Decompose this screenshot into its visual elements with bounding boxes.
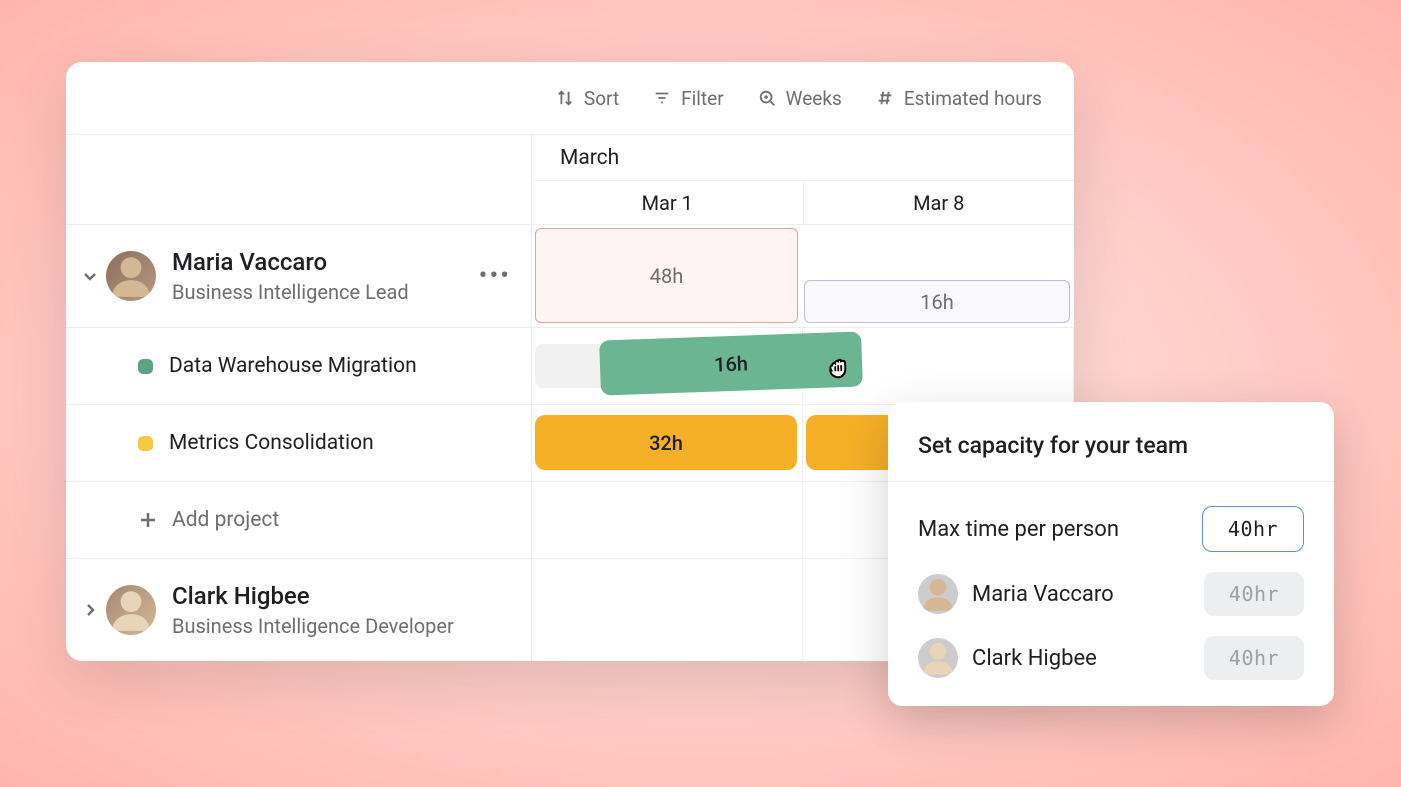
person-name: Clark Higbee xyxy=(172,581,454,612)
chevron-down-icon[interactable] xyxy=(80,266,100,286)
timeline-header: March Mar 1 Mar 8 xyxy=(66,135,1074,225)
avatar xyxy=(918,574,958,614)
person-name: Maria Vaccaro xyxy=(172,247,409,278)
sort-icon xyxy=(556,89,574,107)
member-hours-pill[interactable]: 40hr xyxy=(1204,572,1304,616)
max-time-label: Max time per person xyxy=(918,517,1119,542)
measure-button[interactable]: Estimated hours xyxy=(876,87,1042,110)
sort-label: Sort xyxy=(584,87,619,110)
person-row: Maria Vaccaro Business Intelligence Lead… xyxy=(66,225,1074,328)
week-label: Mar 1 xyxy=(532,181,804,225)
member-name: Clark Higbee xyxy=(972,646,1097,671)
task-block[interactable]: 32h xyxy=(535,415,797,470)
zoom-icon xyxy=(758,89,776,107)
hash-icon xyxy=(876,89,894,107)
task-block-dragging[interactable]: 16h xyxy=(599,331,863,395)
zoom-button[interactable]: Weeks xyxy=(758,87,842,110)
member-hours-pill[interactable]: 40hr xyxy=(1204,636,1304,680)
project-color-chip xyxy=(138,436,153,451)
task-hours-label: 16h xyxy=(714,351,749,376)
capacity-cell-over[interactable]: 48h xyxy=(535,228,798,323)
project-color-chip xyxy=(138,359,153,374)
avatar xyxy=(106,251,156,301)
project-name[interactable]: Metrics Consolidation xyxy=(169,431,374,455)
filter-button[interactable]: Filter xyxy=(653,87,723,110)
project-row: Data Warehouse Migration 16h xyxy=(66,328,1074,405)
week-label: Mar 8 xyxy=(804,181,1075,225)
member-name: Maria Vaccaro xyxy=(972,582,1114,607)
avatar xyxy=(918,638,958,678)
sort-button[interactable]: Sort xyxy=(556,87,619,110)
project-name[interactable]: Data Warehouse Migration xyxy=(169,354,417,378)
plus-icon xyxy=(138,510,158,530)
filter-icon xyxy=(653,89,671,107)
measure-label: Estimated hours xyxy=(904,87,1042,110)
max-time-input[interactable]: 40hr xyxy=(1202,506,1304,552)
toolbar: Sort Filter Weeks Estimated hours xyxy=(66,62,1074,135)
divider xyxy=(888,481,1334,482)
person-role: Business Intelligence Lead xyxy=(172,279,409,305)
filter-label: Filter xyxy=(681,87,723,110)
avatar xyxy=(106,585,156,635)
capacity-cell[interactable]: 16h xyxy=(804,280,1070,323)
month-label: March xyxy=(532,135,1074,181)
add-project-label: Add project xyxy=(172,508,279,532)
popup-title: Set capacity for your team xyxy=(918,432,1304,459)
chevron-right-icon[interactable] xyxy=(80,600,100,620)
zoom-label: Weeks xyxy=(786,87,842,110)
set-capacity-popup: Set capacity for your team Max time per … xyxy=(888,402,1334,706)
person-role: Business Intelligence Developer xyxy=(172,613,454,639)
grab-cursor-icon xyxy=(825,357,854,382)
more-actions-button[interactable]: ••• xyxy=(479,261,511,291)
task-hours-label: 32h xyxy=(649,431,683,455)
